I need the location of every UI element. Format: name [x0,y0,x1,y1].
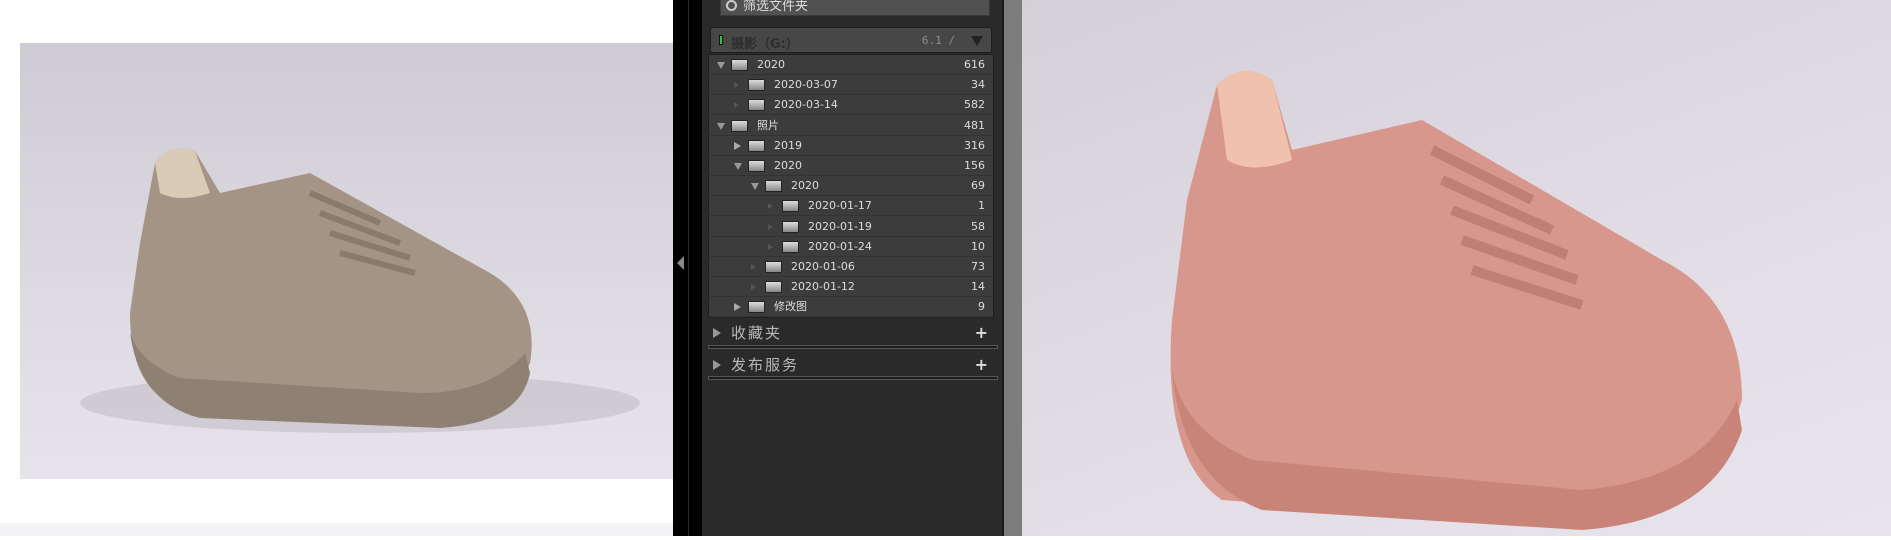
folder-icon [731,59,748,71]
folder-name: 2020-01-19 [808,219,872,233]
folder-count: 69 [971,179,985,193]
folder-name: 2020 [791,179,819,193]
shoe-photo-pink [1170,71,1742,530]
folder-filter-placeholder: 筛选文件夹 [743,0,809,14]
folder-icon [731,119,748,132]
folder-icon [748,301,765,314]
folder-row[interactable]: 2020-01-19 58 [709,217,993,237]
no-children-arrow-icon[interactable] [734,82,739,89]
folders-panel: 筛选文件夹 摄影（G:） 6.1 / 2020 616 2020-03-07 3… [702,0,1002,536]
add-publish-service-button[interactable]: + [975,353,988,377]
folder-row[interactable]: 2020-01-12 14 [709,277,993,298]
section-collections[interactable]: 收藏夹 + [708,321,994,345]
no-children-arrow-icon[interactable] [751,264,756,270]
folder-icon [748,139,765,152]
folder-icon [782,220,799,233]
collapsed-arrow-icon[interactable] [734,303,741,312]
folder-name: 2020-01-17 [808,199,872,213]
folder-count: 316 [964,138,985,152]
section-divider [708,376,998,380]
folder-tree: 2020 616 2020-03-07 34 2020-03-14 582 照片… [708,54,994,318]
panel-scrollbar[interactable] [1002,0,1022,536]
folder-count: 34 [971,78,985,92]
expanded-arrow-icon[interactable] [717,62,725,69]
folder-icon [748,160,765,172]
folder-row[interactable]: 照片 481 [709,116,993,136]
folder-icon [782,200,799,213]
folder-count: 14 [971,280,985,294]
edited-photo-area [1022,0,1891,536]
search-icon [726,0,737,11]
expanded-arrow-icon[interactable] [717,122,725,130]
panel-collapse-strip[interactable] [673,0,702,536]
collapsed-arrow-icon[interactable] [734,141,741,150]
folder-icon [748,99,765,112]
no-children-arrow-icon[interactable] [768,223,773,230]
no-children-arrow-icon[interactable] [751,284,756,291]
folder-count: 582 [964,98,985,112]
folder-name: 2020-01-12 [791,280,855,294]
folder-count: 9 [978,300,985,314]
add-collection-button[interactable]: + [975,321,988,345]
folder-name: 2020-03-14 [774,98,838,112]
folder-row[interactable]: 2020-01-06 73 [709,257,993,277]
dropdown-arrow-icon[interactable] [971,36,983,46]
section-label: 收藏夹 [731,324,783,342]
folder-name: 2020 [757,58,785,71]
folder-count: 616 [964,58,985,71]
no-children-arrow-icon[interactable] [768,203,773,210]
folder-name: 修改图 [774,300,807,314]
folder-count: 73 [971,260,985,273]
folder-row[interactable]: 2020-03-14 582 [709,95,993,116]
folder-count: 1 [978,199,985,213]
folder-row[interactable]: 2020-03-07 34 [709,75,993,96]
folder-icon [765,180,782,193]
folder-icon [782,240,799,253]
folder-name: 2020-03-07 [774,78,838,92]
no-children-arrow-icon[interactable] [734,102,739,109]
expanded-arrow-icon[interactable] [734,163,742,170]
folder-name: 2019 [774,138,802,152]
no-children-arrow-icon[interactable] [768,243,773,250]
expand-arrow-icon[interactable] [713,360,721,370]
divider [688,0,689,536]
folder-name: 照片 [757,118,779,132]
folder-filter-input[interactable]: 筛选文件夹 [720,0,990,16]
collapse-arrow-icon[interactable] [677,256,684,270]
folder-count: 481 [964,118,985,132]
folder-name: 2020-01-24 [808,239,872,253]
folder-icon [748,79,765,92]
volume-header[interactable]: 摄影（G:） 6.1 / [710,27,992,53]
volume-size: 6.1 / [921,34,955,47]
folder-icon [765,281,782,294]
folder-row[interactable]: 修改图 9 [709,297,993,318]
expand-arrow-icon[interactable] [713,328,721,338]
folder-row[interactable]: 2020 616 [709,55,993,75]
folder-row[interactable]: 2020-01-17 1 [709,196,993,217]
folder-icon [765,261,782,273]
folder-count: 10 [971,239,985,253]
original-photo-area [0,0,673,536]
folder-name: 2020 [774,159,802,172]
section-label: 发布服务 [731,356,800,374]
folder-row[interactable]: 2019 316 [709,136,993,156]
shoe-photo-beige [20,43,673,479]
folder-row[interactable]: 2020-01-24 10 [709,237,993,257]
folder-count: 156 [964,159,985,172]
folder-count: 58 [971,219,985,233]
volume-status-icon [719,35,723,45]
section-divider [708,345,998,349]
folder-row[interactable]: 2020 156 [709,156,993,176]
section-publish-services[interactable]: 发布服务 + [708,353,994,377]
folder-row[interactable]: 2020 69 [709,176,993,197]
volume-name: 摄影（G:） [731,37,799,52]
folder-name: 2020-01-06 [791,260,855,273]
expanded-arrow-icon[interactable] [751,183,759,191]
bottom-strip [0,523,673,536]
